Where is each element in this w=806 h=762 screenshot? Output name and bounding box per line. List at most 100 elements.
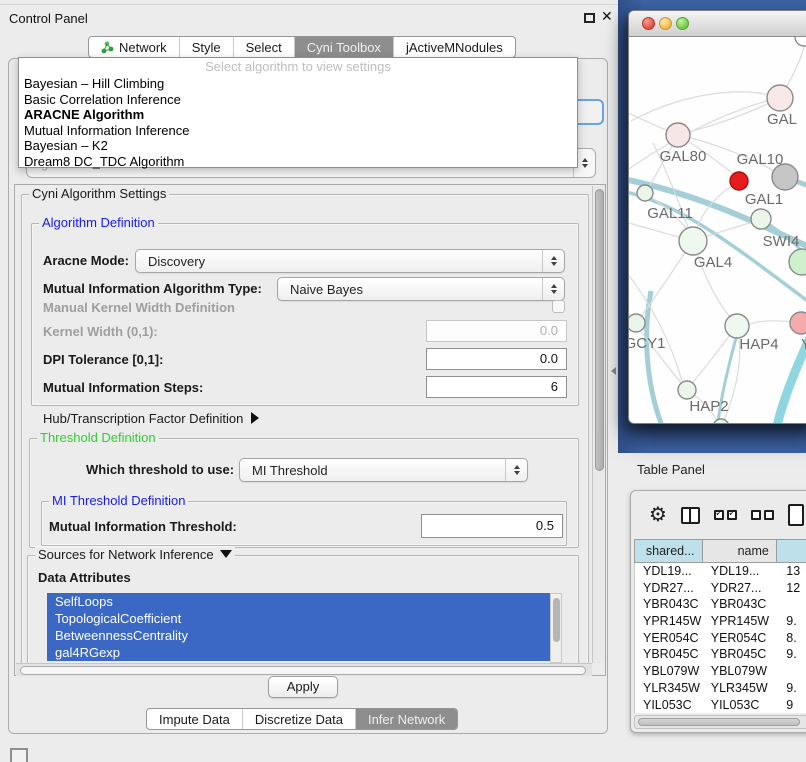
table-cell: YBR043C [703,596,777,613]
apply-button[interactable]: Apply [268,676,338,698]
table-row[interactable]: YBL079WYBL079W [635,663,806,680]
algorithm-definition-legend: Algorithm Definition [39,215,158,230]
network-node[interactable] [713,419,729,424]
attribute-item-selfloops[interactable]: SelfLoops [47,593,550,610]
table-cell: 8. [776,630,806,647]
mi-threshold-field[interactable]: 0.5 [421,514,563,538]
tab-label: Infer Network [368,712,445,727]
table-cell: YLR345W [635,680,703,697]
tab-label: Network [119,40,167,55]
close-icon[interactable]: ✕ [601,8,613,25]
table-row[interactable]: YIL053CYIL053C9 [635,697,806,714]
panel-divider-handle[interactable] [611,367,616,375]
column-header-shared[interactable]: shared... [634,539,703,563]
table-cell [776,663,806,680]
gear-icon[interactable]: ⚙ [649,505,667,525]
tab-impute-data[interactable]: Impute Data [147,709,243,729]
algorithm-option-mutual-information-inference[interactable]: Mutual Information Inference [19,123,577,139]
data-attributes-label: Data Attributes [38,570,131,585]
mi-steps-field[interactable]: 6 [426,376,567,398]
aracne-mode-combo[interactable]: Discovery [135,249,565,273]
network-node-gal4[interactable] [679,227,707,255]
tab-discretize-data[interactable]: Discretize Data [243,709,356,729]
hub-section-label: Hub/Transcription Factor Definition [43,411,243,426]
table-row[interactable]: YPR145WYPR145W9. [635,613,806,630]
network-icon [101,41,114,54]
close-traffic-light-icon[interactable] [642,17,655,30]
column-header-extra[interactable] [777,539,806,563]
network-edge[interactable] [631,92,780,121]
network-node-gcy1[interactable] [629,314,645,332]
manual-kernel-width-checkbox[interactable] [552,300,565,313]
table-row[interactable]: YBR043CYBR043C [635,596,806,613]
algorithm-option-bayesian-k2[interactable]: Bayesian – K2 [19,138,577,154]
table-row[interactable]: YER054CYER054C8. [635,630,806,647]
network-node-gal11[interactable] [637,185,653,201]
minimize-traffic-light-icon[interactable] [659,17,672,30]
table-cell: YER054C [703,630,777,647]
attributes-list-scrollbar[interactable] [550,593,562,663]
network-graph-canvas[interactable]: GALGAL80GAL10GAL1GAL11SWI4GAL4GCY1HAP4YH… [629,37,806,424]
node-label-hap4: HAP4 [739,336,778,353]
mi-algorithm-type-combo[interactable]: Naive Bayes [277,277,565,301]
table-cell: YIL053C [703,697,777,714]
attribute-item-topologicalcoefficient[interactable]: TopologicalCoefficient [47,610,550,627]
kernel-width-field[interactable]: 0.0 [426,320,567,342]
tab-network[interactable]: Network [89,37,180,57]
split-columns-icon[interactable] [681,507,700,524]
table-row[interactable]: YDR27...YDR27...12 [635,580,806,597]
network-node-gal[interactable] [767,85,793,111]
network-node[interactable] [795,37,806,46]
attribute-item-gal4rgexp[interactable]: gal4RGexp [47,644,550,661]
algorithm-option-dream8-dc-tdc-algorithm[interactable]: Dream8 DC_TDC Algorithm [19,154,577,170]
settings-vertical-scrollbar[interactable] [592,186,605,663]
settings-horizontal-scrollbar[interactable] [16,663,592,676]
algorithm-option-basic-correlation-inference[interactable]: Basic Correlation Inference [19,92,577,108]
zoom-traffic-light-icon[interactable] [676,17,689,30]
mi-steps-label: Mutual Information Steps: [43,380,203,395]
aracne-mode-label: Aracne Mode: [43,253,129,268]
network-node-gal1[interactable] [751,209,771,229]
tab-style[interactable]: Style [180,37,234,57]
algorithm-option-aracne-algorithm[interactable]: ARACNE Algorithm [19,107,577,123]
network-node[interactable] [730,172,748,190]
network-edge[interactable] [678,98,780,135]
which-threshold-combo[interactable]: MI Threshold [239,458,528,482]
which-threshold-label: Which threshold to use: [86,462,234,477]
network-node-swi4[interactable] [789,249,806,275]
docked-panel-icon[interactable] [10,748,28,762]
network-edge[interactable] [647,291,665,424]
sources-toggle[interactable]: Sources for Network Inference [35,547,235,562]
node-label-hap2: HAP2 [689,398,728,415]
column-header-name[interactable]: name [703,539,777,563]
table-cell: YDL19... [635,563,703,580]
tab-cyni-toolbox[interactable]: Cyni Toolbox [295,37,394,57]
attribute-item-betweennesscentrality[interactable]: BetweennessCentrality [47,627,550,644]
tab-select[interactable]: Select [234,37,295,57]
table-row[interactable]: YDL19...YDL19...13 [635,563,806,580]
network-node-hap4[interactable] [725,314,749,338]
algorithm-option-bayesian-hill-climbing[interactable]: Bayesian – Hill Climbing [19,76,577,92]
dpi-tolerance-field[interactable]: 0.0 [426,348,567,370]
hub-section-toggle[interactable]: Hub/Transcription Factor Definition [43,411,259,426]
mi-algorithm-type-label: Mutual Information Algorithm Type: [43,281,262,296]
tab-infer-network[interactable]: Infer Network [356,709,457,729]
float-icon[interactable] [584,13,595,23]
network-node-hap2[interactable] [678,381,696,399]
control-panel-tabbar: Network Style SelectCyni ToolboxjActiveMNo… [88,36,516,58]
table-row[interactable]: YBR045CYBR045C9. [635,646,806,663]
dpi-tolerance-label: DPI Tolerance [0,1]: [43,352,163,367]
tab-label: Style [192,40,221,55]
table-row[interactable]: YLR345WYLR345W9. [635,680,806,697]
mi-threshold-label: Mutual Information Threshold: [49,519,237,534]
network-node-gal80[interactable] [666,123,690,147]
network-window-titlebar[interactable] [629,11,806,37]
network-node-y[interactable] [790,312,806,334]
tab-jactivemnodules[interactable]: jActiveMNodules [394,37,515,57]
document-icon[interactable] [788,504,804,526]
unchecked-boxes-icon[interactable] [751,510,774,520]
checked-boxes-icon[interactable] [714,510,737,520]
node-label-gal80: GAL80 [660,148,707,165]
table-cell: YBR045C [635,646,703,663]
table-horizontal-scrollbar[interactable] [634,715,806,729]
